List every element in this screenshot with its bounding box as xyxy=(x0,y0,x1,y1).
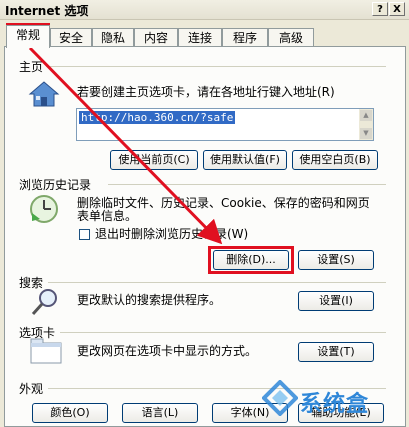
delete-on-exit-checkbox[interactable] xyxy=(79,229,90,240)
tab-content[interactable]: 内容 xyxy=(134,28,178,47)
use-blank-button[interactable]: 使用空白页(B) xyxy=(292,150,378,170)
tab-general[interactable]: 常规 xyxy=(6,25,50,48)
home-group-label: 主页 xyxy=(19,60,44,74)
tab-programs[interactable]: 程序 xyxy=(222,28,268,47)
home-separator xyxy=(46,66,386,67)
search-description: 更改默认的搜索提供程序。 xyxy=(77,293,222,307)
tabs-separator xyxy=(60,332,386,333)
home-description: 若要创建主页选项卡，请在各地址行键入地址(R) xyxy=(77,85,335,99)
scroll-up-icon[interactable]: ▲ xyxy=(360,110,372,121)
delete-history-button[interactable]: 删除(D)... xyxy=(213,250,289,270)
history-group-label: 浏览历史记录 xyxy=(19,178,92,192)
close-button[interactable]: X xyxy=(389,2,405,16)
watermark-text: 系统盒 xyxy=(300,392,370,417)
history-settings-button[interactable]: 设置(S) xyxy=(298,250,374,270)
tab-connections[interactable]: 连接 xyxy=(178,28,222,47)
tabs-settings-button[interactable]: 设置(T) xyxy=(298,342,374,362)
search-settings-button[interactable]: 设置(I) xyxy=(298,291,374,311)
search-separator xyxy=(48,282,386,283)
scroll-down-icon[interactable]: ▼ xyxy=(360,128,372,139)
tab-security[interactable]: 安全 xyxy=(50,28,92,47)
watermark-logo-icon xyxy=(262,380,298,416)
colors-button[interactable]: 颜色(O) xyxy=(32,403,108,423)
use-current-button[interactable]: 使用当前页(C) xyxy=(110,150,198,170)
search-magnifier-icon xyxy=(31,289,57,316)
languages-button[interactable]: 语言(L) xyxy=(122,403,198,423)
tabs-description: 更改网页在选项卡中显示的方式。 xyxy=(77,344,258,358)
appearance-group-label: 外观 xyxy=(19,382,44,396)
home-icon xyxy=(28,81,60,107)
tab-advanced[interactable]: 高级 xyxy=(268,28,314,47)
delete-on-exit-label: 退出时删除浏览历史记录(W) xyxy=(95,227,249,241)
home-url-textarea[interactable]: http://hao.360.cn/?safe ▲ ▼ xyxy=(76,108,374,141)
window-title: Internet 选项 xyxy=(5,4,89,18)
history-description-2: 表单信息。 xyxy=(77,209,138,223)
history-clock-icon xyxy=(30,195,58,223)
title-bar: Internet 选项 ? X xyxy=(0,0,409,20)
history-separator xyxy=(108,184,386,185)
tab-privacy[interactable]: 隐私 xyxy=(92,28,134,47)
help-button[interactable]: ? xyxy=(372,2,388,16)
home-url-text: http://hao.360.cn/?safe xyxy=(79,111,236,124)
url-scrollbar[interactable]: ▲ ▼ xyxy=(359,109,373,140)
history-description-1: 删除临时文件、历史记录、Cookie、保存的密码和网页 xyxy=(77,196,370,210)
use-default-button[interactable]: 使用默认值(F) xyxy=(203,150,287,170)
tabs-window-icon xyxy=(30,338,62,364)
